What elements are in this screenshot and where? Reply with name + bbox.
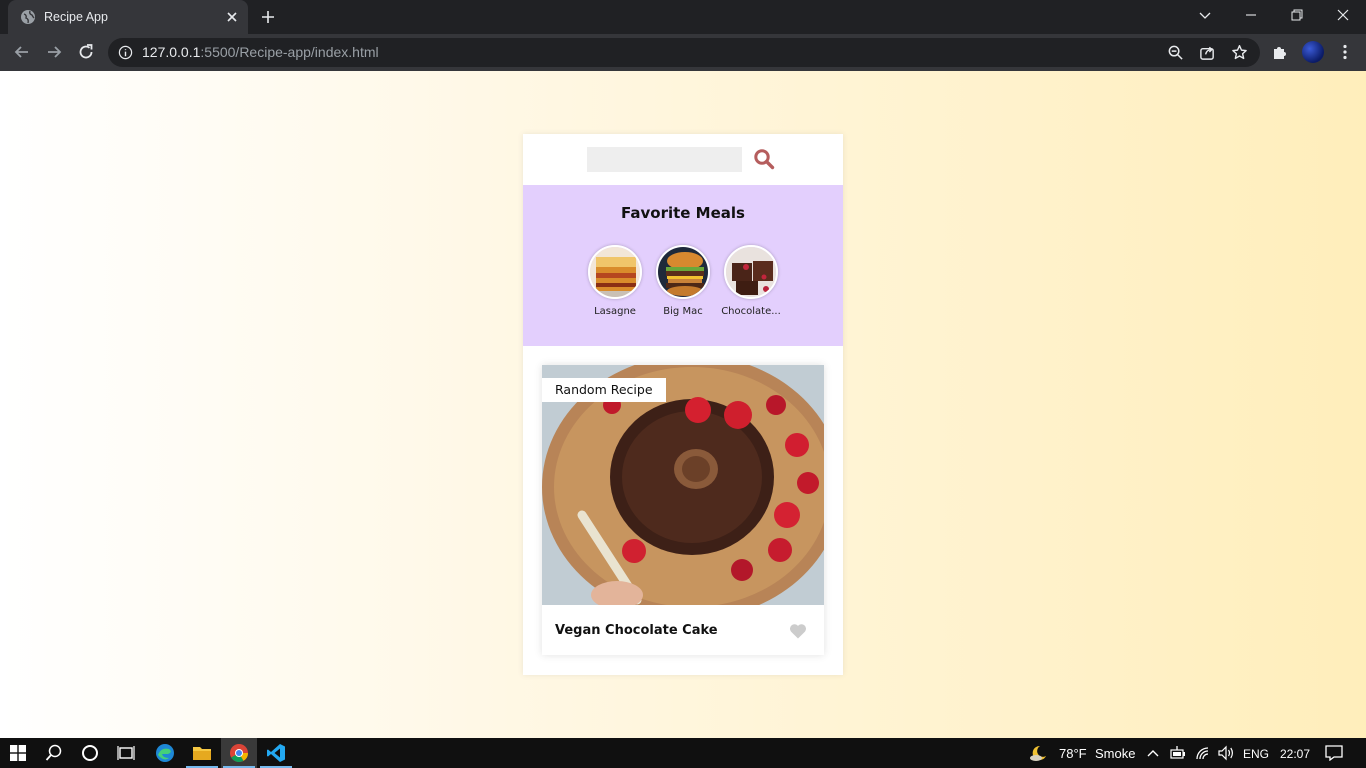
task-view-icon (117, 746, 135, 760)
zoom-out-icon[interactable] (1167, 44, 1184, 61)
chrome-app-button[interactable] (221, 738, 257, 768)
restore-button[interactable] (1274, 0, 1320, 30)
url-host: 127.0.0.1 (142, 44, 201, 60)
star-icon[interactable] (1231, 44, 1248, 61)
arrow-right-icon (48, 46, 62, 58)
close-icon (1337, 9, 1349, 21)
forward-button[interactable] (44, 42, 64, 62)
chrome-icon (230, 744, 248, 763)
input-language[interactable]: ENG (1243, 747, 1269, 761)
search-button[interactable] (753, 148, 775, 170)
search-icon (45, 744, 62, 761)
meal-footer: Vegan Chocolate Cake (542, 605, 824, 655)
weather-temperature[interactable]: 78°F (1059, 746, 1087, 761)
favorite-meal-name: Big Mac (663, 306, 703, 317)
favorite-meal-item[interactable]: Chocolate... (715, 245, 787, 317)
address-bar[interactable]: 127.0.0.1:5500/Recipe-app/index.html (108, 38, 1260, 67)
extensions-icon[interactable] (1271, 43, 1289, 61)
minimize-icon (1246, 14, 1256, 16)
volume-icon[interactable] (1217, 745, 1235, 761)
tab-search-button[interactable] (1182, 0, 1228, 30)
vscode-app-button[interactable] (258, 738, 294, 768)
browser-toolbar: 127.0.0.1:5500/Recipe-app/index.html (0, 34, 1366, 71)
weather-description[interactable]: Smoke (1095, 746, 1135, 761)
close-window-button[interactable] (1320, 0, 1366, 30)
windows-taskbar: 78°F Smoke ENG 22:07 (0, 738, 1366, 768)
weather-moon-icon[interactable] (1030, 744, 1048, 762)
chevron-up-icon[interactable] (1147, 748, 1159, 758)
search-bar (523, 134, 843, 185)
windows-logo-icon (10, 745, 26, 761)
favorite-meal-image-chocolate[interactable] (724, 245, 778, 299)
cortana-button[interactable] (72, 738, 108, 768)
share-icon[interactable] (1199, 44, 1216, 61)
chevron-down-icon (1199, 12, 1211, 19)
task-view-button[interactable] (108, 738, 144, 768)
favorite-meal-item[interactable]: Lasagne (579, 245, 651, 317)
browser-tab-strip: Recipe App (0, 0, 1366, 34)
clock-time[interactable]: 22:07 (1280, 747, 1310, 761)
favorite-meals-section: Favorite Meals Lasagne Big Mac Chocolate… (523, 185, 843, 346)
page-viewport: Favorite Meals Lasagne Big Mac Chocolate… (0, 71, 1366, 738)
favorites-heading: Favorite Meals (621, 204, 745, 222)
taskbar-search-button[interactable] (36, 738, 72, 768)
battery-icon[interactable] (1170, 746, 1186, 760)
vscode-icon (267, 744, 285, 762)
menu-kebab-icon[interactable] (1336, 43, 1354, 61)
restore-icon (1291, 9, 1303, 21)
random-meal-card: Random Recipe Vegan Chocolate Cake (542, 365, 824, 655)
cortana-circle-icon (82, 745, 98, 761)
favorite-meal-image-lasagne[interactable] (588, 245, 642, 299)
notifications-icon[interactable] (1325, 745, 1343, 761)
search-input[interactable] (587, 147, 742, 172)
address-url[interactable]: 127.0.0.1:5500/Recipe-app/index.html (142, 44, 379, 60)
favorite-toggle-button[interactable] (789, 623, 807, 639)
new-tab-icon[interactable] (260, 9, 276, 25)
folder-icon (193, 747, 211, 760)
favorite-meal-item[interactable]: Big Mac (647, 245, 719, 317)
info-icon[interactable] (118, 45, 133, 60)
tab-title: Recipe App (44, 10, 108, 24)
favorite-meal-name: Lasagne (594, 306, 636, 317)
heart-icon (789, 624, 807, 639)
minimize-button[interactable] (1228, 0, 1274, 30)
meal-title: Vegan Chocolate Cake (555, 623, 718, 638)
favorite-meal-name: Chocolate... (721, 306, 781, 317)
random-recipe-badge: Random Recipe (542, 378, 666, 402)
browser-tab[interactable]: Recipe App (8, 0, 248, 34)
file-explorer-button[interactable] (184, 738, 220, 768)
recipe-app: Favorite Meals Lasagne Big Mac Chocolate… (523, 134, 843, 675)
edge-app-button[interactable] (147, 738, 183, 768)
globe-icon (21, 10, 35, 24)
favorite-meal-image-big-mac[interactable] (656, 245, 710, 299)
wifi-icon[interactable] (1195, 746, 1211, 760)
start-button[interactable] (0, 738, 36, 768)
edge-browser-icon (156, 744, 174, 762)
close-tab-icon[interactable] (224, 9, 240, 25)
profile-avatar[interactable] (1302, 41, 1324, 63)
reload-button[interactable] (76, 42, 96, 62)
search-icon (754, 149, 775, 170)
url-path: :5500/Recipe-app/index.html (200, 44, 379, 60)
arrow-left-icon (14, 46, 28, 58)
reload-icon (79, 44, 93, 59)
back-button[interactable] (12, 42, 32, 62)
